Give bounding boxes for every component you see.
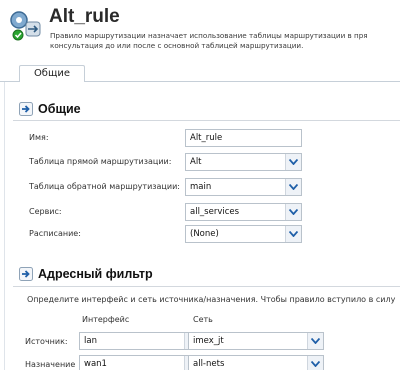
- chevron-down-icon[interactable]: [285, 226, 301, 242]
- reverse-table-label: Таблица обратной маршрутизации:: [29, 182, 180, 191]
- chevron-down-icon[interactable]: [285, 204, 301, 220]
- reverse-table-select[interactable]: main: [185, 178, 302, 196]
- chevron-down-icon[interactable]: [307, 333, 323, 349]
- source-interface-value: lan: [84, 336, 97, 346]
- destination-label: Назначение: [25, 360, 76, 369]
- section-arrow-icon: [19, 267, 33, 281]
- section-arrow-icon: [19, 102, 33, 116]
- name-label: Имя:: [29, 133, 49, 142]
- section-address-filter-title: Адресный фильтр: [38, 267, 153, 281]
- service-value: all_services: [190, 207, 240, 217]
- service-label: Сервис:: [29, 207, 62, 216]
- name-input[interactable]: Alt_rule: [185, 129, 302, 147]
- chevron-down-icon[interactable]: [285, 154, 301, 170]
- tab-general[interactable]: Общие: [19, 65, 85, 83]
- page-description-line1: Правило маршрутизации назначает использо…: [50, 31, 368, 40]
- source-label: Источник:: [25, 337, 68, 346]
- section-general-title: Общие: [38, 102, 81, 116]
- tab-panel-general: Общие Имя: Alt_rule Таблица прямой маршр…: [4, 82, 400, 370]
- destination-interface-value: wan1: [84, 359, 107, 369]
- page-description-line2: консультация до или после с основной таб…: [50, 41, 304, 50]
- reverse-table-value: main: [190, 182, 212, 192]
- chevron-down-icon[interactable]: [285, 179, 301, 195]
- section-divider: [13, 286, 400, 287]
- forward-table-label: Таблица прямой маршрутизации:: [29, 157, 172, 166]
- schedule-label: Расписание:: [29, 229, 81, 238]
- destination-network-value: all-nets: [193, 359, 225, 369]
- section-address-filter-header: Адресный фильтр: [19, 266, 153, 282]
- page-title: Alt_rule: [49, 6, 120, 27]
- section-divider: [13, 120, 400, 121]
- address-filter-info: Определите интерфейс и сеть источника/на…: [27, 295, 396, 304]
- service-select[interactable]: all_services: [185, 203, 302, 221]
- destination-interface-select[interactable]: wan1: [79, 355, 201, 370]
- tab-bar: Общие: [0, 60, 400, 83]
- page-description: Правило маршрутизации назначает использо…: [50, 31, 368, 51]
- chevron-down-icon[interactable]: [307, 356, 323, 370]
- column-network-header: Сеть: [193, 315, 213, 324]
- destination-network-select[interactable]: all-nets: [188, 355, 324, 370]
- source-interface-select[interactable]: lan: [79, 332, 201, 350]
- source-network-select[interactable]: imex_jt: [188, 332, 324, 350]
- source-network-value: imex_jt: [193, 336, 224, 346]
- forward-table-select[interactable]: Alt: [185, 153, 302, 171]
- schedule-value: (None): [190, 229, 219, 239]
- section-general-header: Общие: [19, 101, 81, 117]
- schedule-select[interactable]: (None): [185, 225, 302, 243]
- column-interface-header: Интерфейс: [82, 315, 130, 324]
- forward-table-value: Alt: [190, 157, 202, 167]
- routing-rule-icon: [10, 11, 41, 41]
- page-header: Alt_rule Правило маршрутизации назначает…: [0, 0, 400, 60]
